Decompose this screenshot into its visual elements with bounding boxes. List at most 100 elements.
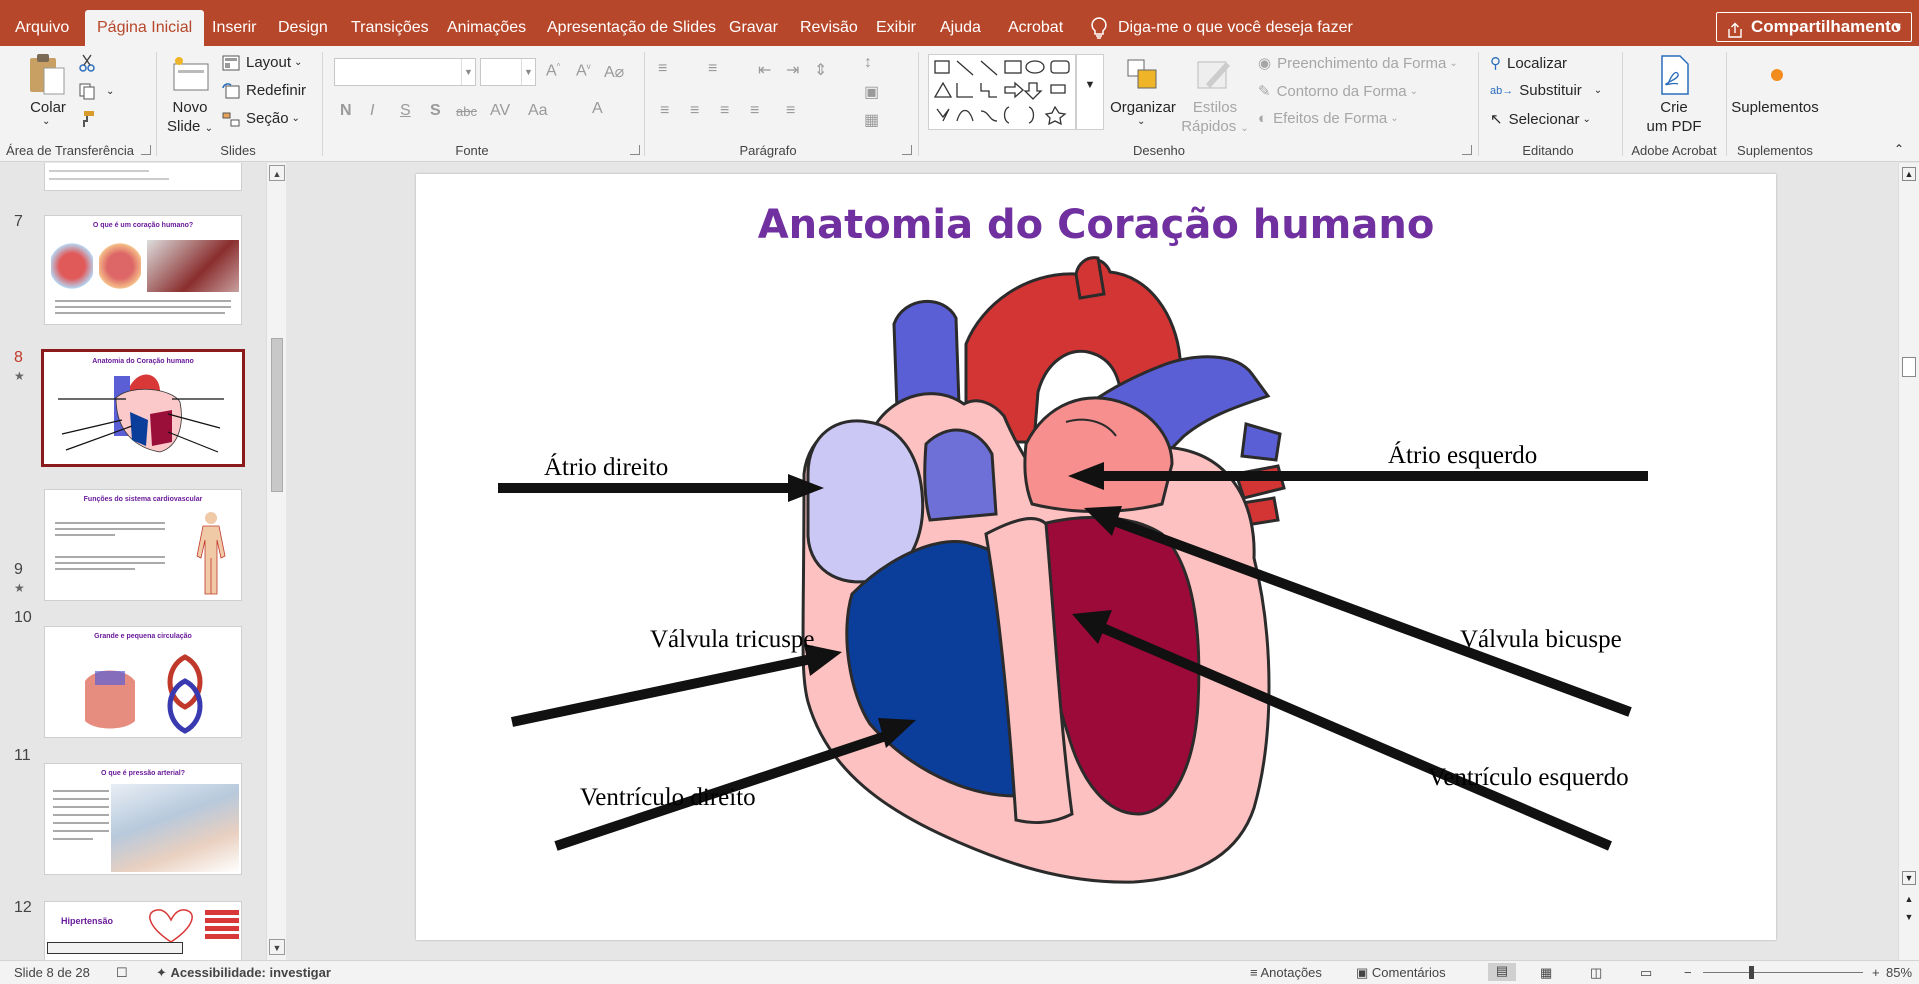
tell-me-search[interactable]: Diga-me o que você deseja fazer [1088, 10, 1353, 46]
label-valvula-tricuspe[interactable]: Válvula tricuspe [650, 626, 815, 654]
slide-thumbnail-panel[interactable]: 7 O que é um coração humano? 8 ★ Anatomi… [0, 163, 290, 960]
format-painter-icon[interactable] [78, 110, 96, 128]
line-spacing-icon[interactable]: ⇕ [814, 60, 827, 80]
justify-icon[interactable]: ≡ [750, 102, 759, 120]
shapes-more-button[interactable]: ▼ [1076, 54, 1104, 130]
comments-button[interactable]: ▣ Comentários [1356, 965, 1446, 981]
chevron-down-icon[interactable]: ⌄ [106, 86, 114, 97]
collapse-ribbon-icon[interactable]: ⌃ [1894, 142, 1904, 156]
select-button[interactable]: ↖ Selecionar ⌄ [1490, 110, 1591, 129]
slide-canvas[interactable]: Anatomia do Coração humano Átrio direito… [416, 174, 1776, 940]
scroll-up-icon[interactable]: ▲ [269, 165, 285, 181]
tab-animacoes[interactable]: Animações [435, 10, 538, 46]
scroll-down-icon[interactable]: ▼ [269, 939, 285, 955]
reading-view-icon[interactable]: ◫ [1590, 965, 1602, 981]
arrange-button[interactable] [1120, 54, 1166, 98]
shape-outline-button[interactable]: ✎ Contorno da Forma ⌄ [1258, 82, 1418, 101]
bullets-icon[interactable]: ≡ [658, 60, 667, 78]
chevron-down-icon[interactable]: ▼ [1892, 13, 1903, 41]
zoom-out-icon[interactable]: − [1684, 965, 1692, 980]
font-size-combo[interactable]: ▼ [480, 58, 536, 86]
increase-font-icon[interactable]: A^ [546, 62, 560, 80]
previous-slide-icon[interactable]: ▲ [1902, 893, 1916, 907]
tab-acrobat[interactable]: Acrobat [996, 10, 1075, 46]
zoom-level[interactable]: 85% [1886, 965, 1912, 980]
thumbnail-slide-9[interactable]: Funções do sistema cardiovascular [44, 489, 242, 601]
thumbnail-slide-11[interactable]: O que é pressão arterial? [44, 763, 242, 875]
addins-button[interactable] [1764, 62, 1790, 88]
tab-gravar[interactable]: Gravar [717, 10, 790, 46]
paragraph-launcher-icon[interactable] [902, 145, 912, 155]
shapes-gallery[interactable] [928, 54, 1076, 130]
scroll-down-icon[interactable]: ▼ [1902, 871, 1916, 885]
tab-arquivo[interactable]: Arquivo [3, 10, 81, 46]
chevron-down-icon[interactable]: ⌄ [1137, 116, 1145, 127]
italic-icon[interactable]: I [370, 102, 374, 120]
strikethrough-icon[interactable]: abc [456, 104, 477, 119]
cut-icon[interactable] [78, 54, 96, 72]
decrease-font-icon[interactable]: Av [576, 62, 591, 80]
align-center-icon[interactable]: ≡ [690, 102, 699, 120]
notes-button[interactable]: ≡ Anotações [1250, 965, 1322, 980]
columns-icon[interactable]: ≡ [786, 102, 795, 120]
replace-button[interactable]: ab→ Substituir ⌄ [1490, 82, 1602, 99]
thumbnail-scrollbar[interactable]: ▲ ▼ [266, 163, 286, 960]
next-slide-icon[interactable]: ▼ [1902, 911, 1916, 925]
font-launcher-icon[interactable] [630, 145, 640, 155]
zoom-slider-handle[interactable] [1749, 966, 1754, 979]
layout-button[interactable]: Layout ⌄ [222, 54, 302, 71]
tab-ajuda[interactable]: Ajuda [928, 10, 993, 46]
label-atrio-direito[interactable]: Átrio direito [544, 454, 668, 482]
tab-inserir[interactable]: Inserir [200, 10, 268, 46]
thumbnail-slide-6[interactable] [44, 163, 242, 191]
tab-design[interactable]: Design [266, 10, 340, 46]
section-button[interactable]: Seção ⌄ [222, 110, 300, 127]
scroll-thumb[interactable] [271, 338, 283, 492]
clipboard-launcher-icon[interactable] [141, 145, 151, 155]
tab-revisao[interactable]: Revisão [788, 10, 870, 46]
zoom-in-icon[interactable]: + [1872, 965, 1880, 980]
chevron-down-icon[interactable]: ⌄ [42, 116, 50, 127]
label-valvula-bicuspe[interactable]: Válvula bicuspe [1460, 626, 1622, 654]
char-spacing-icon[interactable]: AV [490, 102, 510, 120]
thumbnail-slide-8[interactable]: Anatomia do Coração humano [41, 349, 245, 467]
create-pdf-button[interactable] [1656, 54, 1692, 98]
new-slide-button[interactable] [168, 52, 212, 98]
slide-sorter-icon[interactable]: ▦ [1540, 965, 1552, 981]
label-atrio-esquerdo[interactable]: Átrio esquerdo [1388, 442, 1537, 470]
find-button[interactable]: ⚲ Localizar [1490, 54, 1567, 73]
accessibility-status[interactable]: ✦ Acessibilidade: investigar [156, 965, 331, 981]
heart-diagram[interactable] [416, 174, 1776, 940]
slide-scrollbar[interactable]: ▲ ▼ ▲ ▼ [1898, 163, 1919, 960]
change-case-icon[interactable]: Aa [528, 102, 548, 120]
clear-format-icon[interactable]: A⌀ [604, 62, 624, 82]
label-ventriculo-esquerdo[interactable]: Ventrículo esquerdo [1428, 764, 1629, 792]
copy-icon[interactable]: ⌄ [78, 82, 114, 100]
label-ventriculo-direito[interactable]: Ventrículo direito [580, 784, 756, 812]
smartart-icon[interactable]: ▦ [864, 110, 879, 130]
reset-button[interactable]: Redefinir [222, 82, 306, 99]
decrease-indent-icon[interactable]: ⇤ [758, 60, 771, 80]
tab-exibir[interactable]: Exibir [864, 10, 928, 46]
align-right-icon[interactable]: ≡ [720, 102, 729, 120]
shadow-icon[interactable]: S [430, 102, 441, 120]
normal-view-icon[interactable]: ▤ [1488, 963, 1516, 981]
scroll-up-icon[interactable]: ▲ [1902, 167, 1916, 181]
paste-button[interactable] [26, 52, 70, 98]
tab-transicoes[interactable]: Transições [339, 10, 441, 46]
text-direction-icon[interactable]: ↕ [864, 54, 872, 72]
numbering-icon[interactable]: ≡ [708, 60, 717, 78]
share-button[interactable]: Compartilhamento ▼ [1716, 12, 1912, 42]
chevron-down-icon[interactable]: ⌄ [205, 123, 213, 134]
thumbnail-slide-7[interactable]: O que é um coração humano? [44, 215, 242, 325]
spell-check-icon[interactable]: ☐ [116, 965, 128, 981]
shape-fill-button[interactable]: ◉ Preenchimento da Forma ⌄ [1258, 54, 1458, 73]
shape-effects-button[interactable]: ◐ Efeitos de Forma ⌄ [1258, 110, 1399, 127]
quick-styles-button[interactable] [1192, 54, 1236, 98]
tab-apresentacao[interactable]: Apresentação de Slides [535, 10, 728, 46]
tab-pagina-inicial[interactable]: Página Inicial [85, 10, 205, 46]
zoom-slider[interactable] [1703, 972, 1863, 973]
scroll-thumb[interactable] [1902, 357, 1916, 377]
underline-icon[interactable]: S [400, 102, 411, 120]
font-family-combo[interactable]: ▼ [334, 58, 476, 86]
